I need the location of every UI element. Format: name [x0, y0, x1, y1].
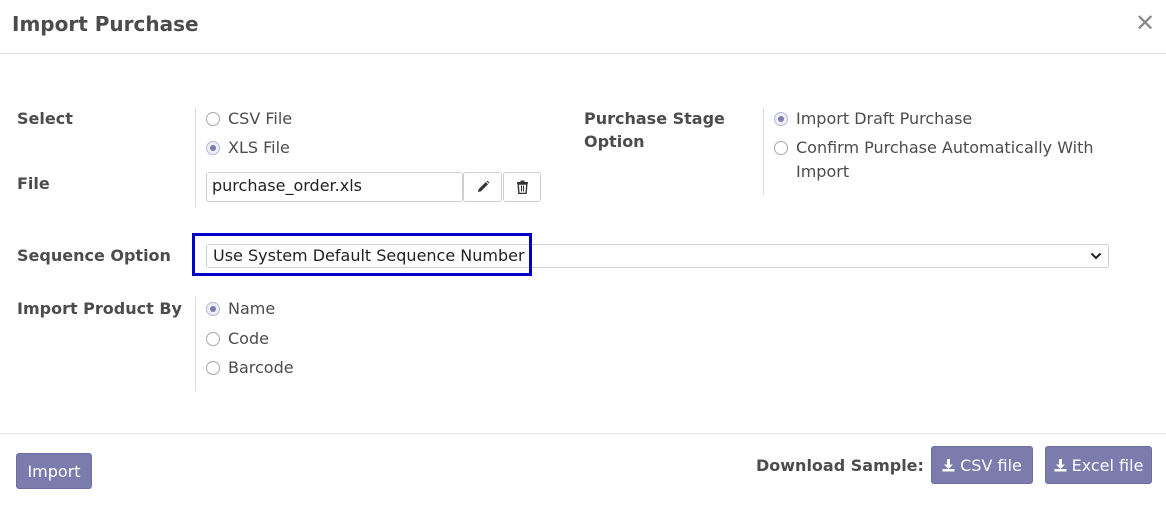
dialog-title: Import Purchase	[12, 12, 199, 36]
chevron-down-icon	[1090, 252, 1102, 260]
divider	[195, 107, 196, 207]
close-icon[interactable]: ✕	[1135, 10, 1155, 36]
file-label: File	[17, 174, 50, 193]
radio-button[interactable]	[206, 111, 220, 126]
radio-product-barcode[interactable]: Barcode	[206, 356, 294, 379]
radio-label: Code	[228, 329, 269, 348]
radio-csv-file[interactable]: CSV File	[206, 107, 292, 130]
radio-button[interactable]	[774, 111, 788, 126]
sequence-option-label: Sequence Option	[17, 246, 171, 265]
select-label: Select	[17, 109, 73, 128]
import-button[interactable]: Import	[16, 453, 92, 489]
radio-label: Name	[228, 299, 276, 318]
csv-button-label: CSV file	[960, 455, 1022, 475]
radio-label: XLS File	[228, 138, 290, 157]
delete-file-button[interactable]	[503, 172, 541, 202]
trash-icon	[516, 180, 528, 194]
divider	[763, 107, 764, 195]
highlight-box	[192, 233, 532, 276]
divider	[195, 297, 196, 391]
radio-button[interactable]	[206, 301, 220, 316]
import-product-by-label: Import Product By	[17, 299, 182, 318]
purchase-stage-label-line2: Option	[584, 132, 645, 151]
radio-button[interactable]	[206, 360, 220, 375]
radio-xls-file[interactable]: XLS File	[206, 136, 290, 159]
purchase-stage-label-line1: Purchase Stage	[584, 109, 725, 128]
download-sample-label: Download Sample:	[756, 456, 924, 475]
download-csv-button[interactable]: CSV file	[931, 446, 1033, 484]
radio-label: Barcode	[228, 358, 294, 377]
radio-product-name[interactable]: Name	[206, 297, 275, 320]
edit-file-button[interactable]	[463, 172, 502, 202]
radio-label: Import Draft Purchase	[796, 109, 973, 128]
radio-confirm-purchase-automatically[interactable]: Confirm Purchase Automatically With Impo…	[774, 136, 1094, 184]
radio-product-code[interactable]: Code	[206, 327, 269, 350]
radio-label: Confirm Purchase Automatically With Impo…	[796, 136, 1094, 184]
radio-button[interactable]	[206, 331, 220, 346]
dialog-header: Import Purchase ✕	[0, 0, 1166, 54]
radio-button[interactable]	[206, 140, 220, 155]
radio-label-line2: Import	[796, 162, 850, 181]
excel-button-label: Excel file	[1071, 455, 1144, 475]
download-excel-button[interactable]: Excel file	[1045, 446, 1152, 484]
radio-label: CSV File	[228, 109, 293, 128]
radio-import-draft-purchase[interactable]: Import Draft Purchase	[774, 107, 972, 130]
footer-divider	[0, 433, 1166, 434]
radio-button[interactable]	[774, 141, 788, 155]
download-icon	[942, 458, 955, 471]
purchase-stage-label: Purchase Stage Option	[584, 107, 725, 153]
file-name-field[interactable]: purchase_order.xls	[206, 172, 463, 202]
pencil-icon	[477, 180, 489, 192]
radio-label-line1: Confirm Purchase Automatically With	[796, 138, 1094, 157]
download-icon	[1054, 458, 1067, 471]
